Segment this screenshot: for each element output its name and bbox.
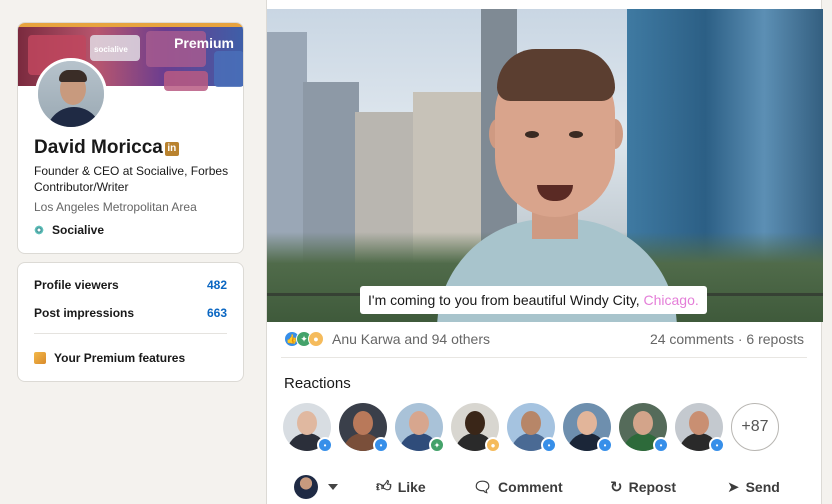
- post-impressions-label: Post impressions: [34, 306, 135, 320]
- reactor-avatar[interactable]: •: [283, 403, 333, 453]
- thumbs-up-icon: 👍︎: [376, 478, 392, 495]
- like-reaction-icon: •: [317, 437, 333, 453]
- profile-card: socialive Premium David Moricca in Founde…: [17, 22, 244, 254]
- like-label: Like: [397, 479, 426, 495]
- video-caption: I'm coming to you from beautiful Windy C…: [360, 286, 707, 314]
- profile-viewers-row[interactable]: Profile viewers 482: [34, 278, 227, 292]
- premium-features-link[interactable]: Your Premium features: [34, 351, 185, 365]
- reactions-heading: Reactions: [284, 375, 351, 392]
- post-video[interactable]: I'm coming to you from beautiful Windy C…: [267, 9, 823, 322]
- banner-tile: [214, 51, 243, 87]
- like-button[interactable]: 👍︎ Like: [376, 478, 426, 496]
- reactions-summary[interactable]: 👍 ✦ ● Anu Karwa and 94 others: [284, 331, 490, 347]
- reactions-summary-text[interactable]: Anu Karwa and 94 others: [332, 331, 490, 347]
- profile-name-text[interactable]: David Moricca: [34, 137, 163, 158]
- reactor-avatar[interactable]: ●: [451, 403, 501, 453]
- like-reaction-icon: •: [597, 437, 613, 453]
- like-reaction-icon: •: [653, 437, 669, 453]
- repost-button[interactable]: ↻ Repost: [610, 478, 676, 496]
- send-label: Send: [745, 479, 780, 495]
- like-reaction-icon: •: [709, 437, 725, 453]
- premium-badge[interactable]: Premium: [174, 35, 234, 51]
- linkedin-premium-icon: in: [164, 142, 179, 156]
- celebrate-reaction-icon: ✦: [429, 437, 445, 453]
- caption-text: I'm coming to you from beautiful Windy C…: [368, 292, 644, 308]
- reactor-avatar[interactable]: •: [507, 403, 557, 453]
- comment-icon: 🗨︎: [473, 479, 493, 496]
- banner-brand-logo: socialive: [94, 45, 128, 54]
- profile-company[interactable]: Socialive: [34, 223, 104, 237]
- stats-divider: [34, 333, 227, 334]
- profile-stats-card: Profile viewers 482 Post impressions 663…: [17, 262, 244, 382]
- reactor-avatar[interactable]: •: [339, 403, 389, 453]
- send-button[interactable]: ➤ Send: [727, 478, 780, 496]
- profile-location: Los Angeles Metropolitan Area: [34, 200, 197, 214]
- actor-avatar: [294, 475, 318, 499]
- banner-tile: [164, 71, 208, 91]
- profile-name[interactable]: David Moricca in: [34, 137, 179, 159]
- premium-features-label: Your Premium features: [54, 351, 186, 365]
- like-reaction-icon: •: [541, 437, 557, 453]
- chevron-down-icon: [328, 484, 338, 490]
- repost-label: Repost: [628, 479, 677, 495]
- company-name[interactable]: Socialive: [52, 223, 104, 237]
- caption-highlight: Chicago.: [643, 292, 699, 308]
- post-action-bar: 👍︎ Like 🗨︎ Comment ↻ Repost ➤ Send: [267, 470, 821, 504]
- reaction-icons: 👍 ✦ ●: [284, 331, 324, 347]
- post-impressions-row[interactable]: Post impressions 663: [34, 306, 227, 320]
- send-icon: ➤: [727, 479, 740, 496]
- post-impressions-value: 663: [206, 306, 227, 320]
- more-reactors-button[interactable]: +87: [731, 403, 779, 451]
- reactor-avatar[interactable]: •: [563, 403, 613, 453]
- reactor-avatar[interactable]: ✦: [395, 403, 445, 453]
- comment-label: Comment: [498, 479, 563, 495]
- reactor-list: • • ✦ ● • • • • +87: [283, 403, 779, 453]
- post-divider: [281, 357, 807, 358]
- profile-headline: Founder & CEO at Socialive, Forbes Contr…: [34, 164, 229, 194]
- profile-avatar[interactable]: [35, 58, 107, 130]
- comment-button[interactable]: 🗨︎ Comment: [473, 478, 563, 496]
- like-reaction-icon: •: [373, 437, 389, 453]
- social-counts: 👍 ✦ ● Anu Karwa and 94 others 24 comment…: [284, 330, 804, 348]
- reactor-avatar[interactable]: •: [675, 403, 725, 453]
- repost-icon: ↻: [610, 479, 623, 496]
- profile-viewers-label: Profile viewers: [34, 278, 119, 292]
- actor-selector[interactable]: [294, 475, 338, 499]
- profile-viewers-value: 482: [206, 278, 227, 292]
- engagement-summary[interactable]: 24 comments · 6 reposts: [650, 331, 804, 347]
- premium-icon: [34, 352, 46, 364]
- insightful-reaction-icon: ●: [485, 437, 501, 453]
- insightful-reaction-icon: ●: [308, 331, 324, 347]
- post-card: I'm coming to you from beautiful Windy C…: [266, 0, 823, 504]
- company-logo-icon: [34, 225, 44, 235]
- reactor-avatar[interactable]: •: [619, 403, 669, 453]
